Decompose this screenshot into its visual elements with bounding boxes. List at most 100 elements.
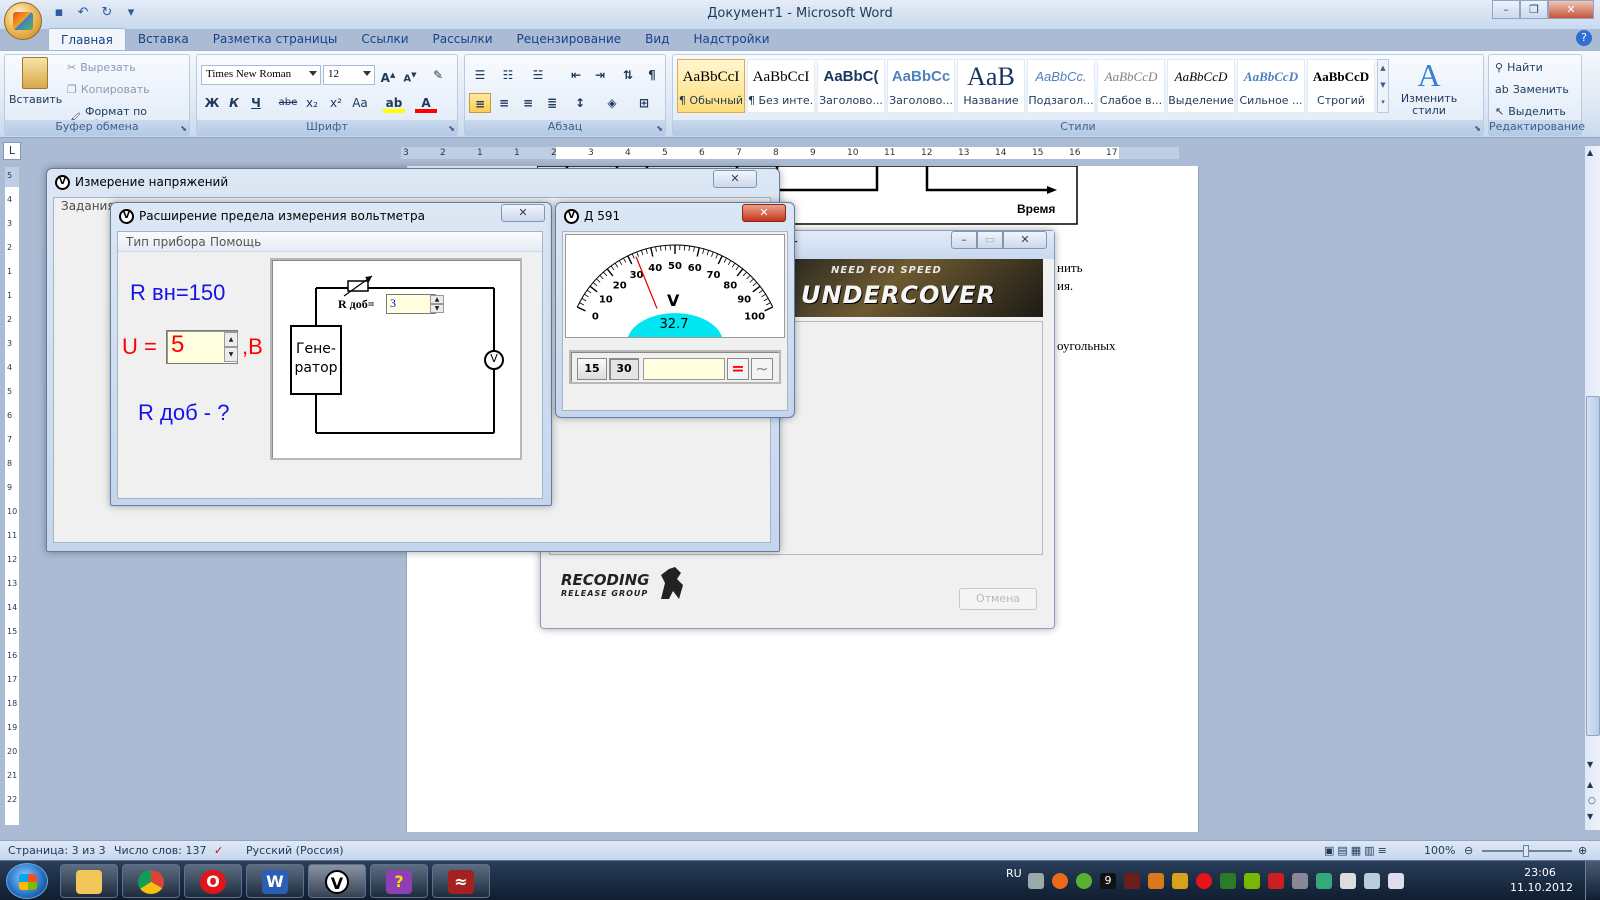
tray-check-icon[interactable] xyxy=(1316,873,1332,889)
tray-app-icon[interactable] xyxy=(1172,873,1188,889)
style-normal[interactable]: AaBbCcI ¶ Обычный xyxy=(677,59,745,113)
show-desktop-button[interactable] xyxy=(1585,861,1600,900)
align-right-button[interactable]: ≡ xyxy=(517,93,539,113)
minimize-button[interactable]: – xyxy=(1492,0,1520,19)
rdob-spin-down[interactable]: ▼ xyxy=(430,304,444,313)
prev-page-icon[interactable]: ▲ xyxy=(1587,780,1593,789)
range-30-button[interactable]: 30 xyxy=(609,358,639,380)
dialog-launcher-icon[interactable]: ⬊ xyxy=(1474,124,1481,133)
find-button[interactable]: ⚲ Найти xyxy=(1495,61,1543,74)
tray-app-icon[interactable] xyxy=(1124,873,1140,889)
ac-mode-button[interactable]: ∼ xyxy=(751,358,773,380)
italic-button[interactable]: К xyxy=(223,93,245,113)
menu-device-type[interactable]: Тип прибора xyxy=(126,235,206,249)
clock[interactable]: 23:06 11.10.2012 xyxy=(1510,865,1573,895)
multilevel-button[interactable]: ☱ xyxy=(527,65,549,85)
volume-icon[interactable] xyxy=(1388,873,1404,889)
show-marks-button[interactable]: ¶ xyxy=(641,65,663,85)
office-button[interactable] xyxy=(4,2,42,40)
vertical-scrollbar[interactable]: ▲ ▼ ▲ ○ ▼ xyxy=(1584,146,1600,830)
word-count[interactable]: Число слов: 137 xyxy=(114,844,207,857)
tray-app-icon[interactable] xyxy=(1220,873,1236,889)
align-left-button[interactable]: ≡ xyxy=(469,93,491,113)
change-case-button[interactable]: Aa xyxy=(349,93,371,113)
tray-number-icon[interactable]: 9 xyxy=(1100,873,1116,889)
rdob-input[interactable]: 3 xyxy=(386,294,436,314)
strike-button[interactable]: abe xyxy=(277,93,299,113)
extension-window[interactable]: V Расширение предела измерения вольтметр… xyxy=(110,202,552,506)
underline-button[interactable]: Ч xyxy=(245,93,267,113)
opera-tray-icon[interactable] xyxy=(1196,873,1212,889)
zoom-out-icon[interactable]: ⊖ xyxy=(1464,844,1473,857)
grow-font-button[interactable]: A▲ xyxy=(377,65,399,85)
tab-selector[interactable]: L xyxy=(3,142,21,160)
maximize-button[interactable]: ❐ xyxy=(1520,0,1548,19)
language-indicator[interactable]: RU xyxy=(1006,867,1022,880)
style-subtitle[interactable]: AaBbCc. Подзагол... xyxy=(1027,59,1095,113)
line-spacing-button[interactable]: ↕ xyxy=(569,93,591,113)
page-count[interactable]: Страница: 3 из 3 xyxy=(8,844,106,857)
taskbar-nfs[interactable]: ≈ xyxy=(432,864,490,898)
copy-button[interactable]: ❐ Копировать xyxy=(67,83,150,96)
installer-maximize-button[interactable]: ▭ xyxy=(977,231,1003,249)
language[interactable]: Русский (Россия) xyxy=(246,844,344,857)
increase-indent-button[interactable]: ⇥ xyxy=(589,65,611,85)
replace-button[interactable]: ab Заменить xyxy=(1495,83,1569,96)
style-emphasis[interactable]: AaBbCcD Выделение xyxy=(1167,59,1235,113)
extension-close-button[interactable]: ✕ xyxy=(501,204,545,222)
tab-addins[interactable]: Надстройки xyxy=(681,28,781,50)
voltage-spin-down[interactable]: ▼ xyxy=(224,347,238,362)
decrease-indent-button[interactable]: ⇤ xyxy=(565,65,587,85)
styles-scroll[interactable]: ▲ ▼ ▾ xyxy=(1377,59,1389,113)
utorrent-icon[interactable] xyxy=(1076,873,1092,889)
style-heading2[interactable]: AaBbCc Заголово... xyxy=(887,59,955,113)
shading-button[interactable]: ◈ xyxy=(601,93,623,113)
font-size-combo[interactable]: 12 xyxy=(323,65,375,85)
taskbar-explorer[interactable] xyxy=(60,864,118,898)
flag-icon[interactable] xyxy=(1340,873,1356,889)
tab-view[interactable]: Вид xyxy=(633,28,681,50)
dialog-launcher-icon[interactable]: ⬊ xyxy=(656,124,663,133)
style-no-spacing[interactable]: AaBbCcI ¶ Без инте... xyxy=(747,59,815,113)
bullets-button[interactable]: ☰ xyxy=(469,65,491,85)
taskbar-word[interactable]: W xyxy=(246,864,304,898)
voltage-spin-up[interactable]: ▲ xyxy=(224,332,238,347)
borders-button[interactable]: ⊞ xyxy=(633,93,655,113)
network-icon[interactable] xyxy=(1364,873,1380,889)
change-styles-button[interactable]: A Изменить стили xyxy=(1395,57,1463,117)
tools-icon[interactable] xyxy=(1292,873,1308,889)
meter-close-button[interactable]: ✕ xyxy=(742,204,786,222)
cancel-button[interactable]: Отмена xyxy=(959,588,1037,610)
highlight-button[interactable]: ab xyxy=(383,93,405,113)
style-intense-emphasis[interactable]: AaBbCcD Сильное ... xyxy=(1237,59,1305,113)
firefox-icon[interactable] xyxy=(1052,873,1068,889)
view-buttons[interactable]: ▣▤▦▥≡ xyxy=(1324,844,1390,857)
dc-mode-button[interactable]: = xyxy=(727,358,749,380)
zoom-level[interactable]: 100% xyxy=(1424,844,1455,857)
installer-close-button[interactable]: ✕ xyxy=(1003,231,1047,249)
numbering-button[interactable]: ☷ xyxy=(497,65,519,85)
tab-references[interactable]: Ссылки xyxy=(349,28,420,50)
vertical-ruler[interactable]: 5 4 3 2 1 1 2 3 4 5 6 7 8 9 10 11 12 13 14 15 16 17 18 19 20 21 22 xyxy=(4,166,20,826)
spellcheck-icon[interactable]: ✓ xyxy=(214,844,223,857)
style-title[interactable]: AaB Название xyxy=(957,59,1025,113)
help-icon[interactable]: ? xyxy=(1576,30,1592,46)
tab-mailings[interactable]: Рассылки xyxy=(421,28,505,50)
font-color-button[interactable]: A xyxy=(415,93,437,113)
tab-page-layout[interactable]: Разметка страницы xyxy=(201,28,350,50)
tab-insert[interactable]: Вставка xyxy=(126,28,201,50)
bold-button[interactable]: Ж xyxy=(201,93,223,113)
keyboard-icon[interactable] xyxy=(1028,873,1044,889)
rdob-spin-up[interactable]: ▲ xyxy=(430,295,444,304)
align-center-button[interactable]: ≡ xyxy=(493,93,515,113)
taskbar-chrome[interactable] xyxy=(122,864,180,898)
paste-button[interactable]: Вставить xyxy=(9,57,62,106)
tab-review[interactable]: Рецензирование xyxy=(505,28,634,50)
nvidia-icon[interactable] xyxy=(1244,873,1260,889)
style-heading1[interactable]: AaBbC(Заголово... xyxy=(817,59,885,113)
installer-minimize-button[interactable]: – xyxy=(951,231,977,249)
scroll-down-icon[interactable]: ▼ xyxy=(1587,760,1593,769)
range-15-button[interactable]: 15 xyxy=(577,358,607,380)
style-strong[interactable]: AaBbCcD Строгий xyxy=(1307,59,1375,113)
taskbar-opera[interactable]: O xyxy=(184,864,242,898)
